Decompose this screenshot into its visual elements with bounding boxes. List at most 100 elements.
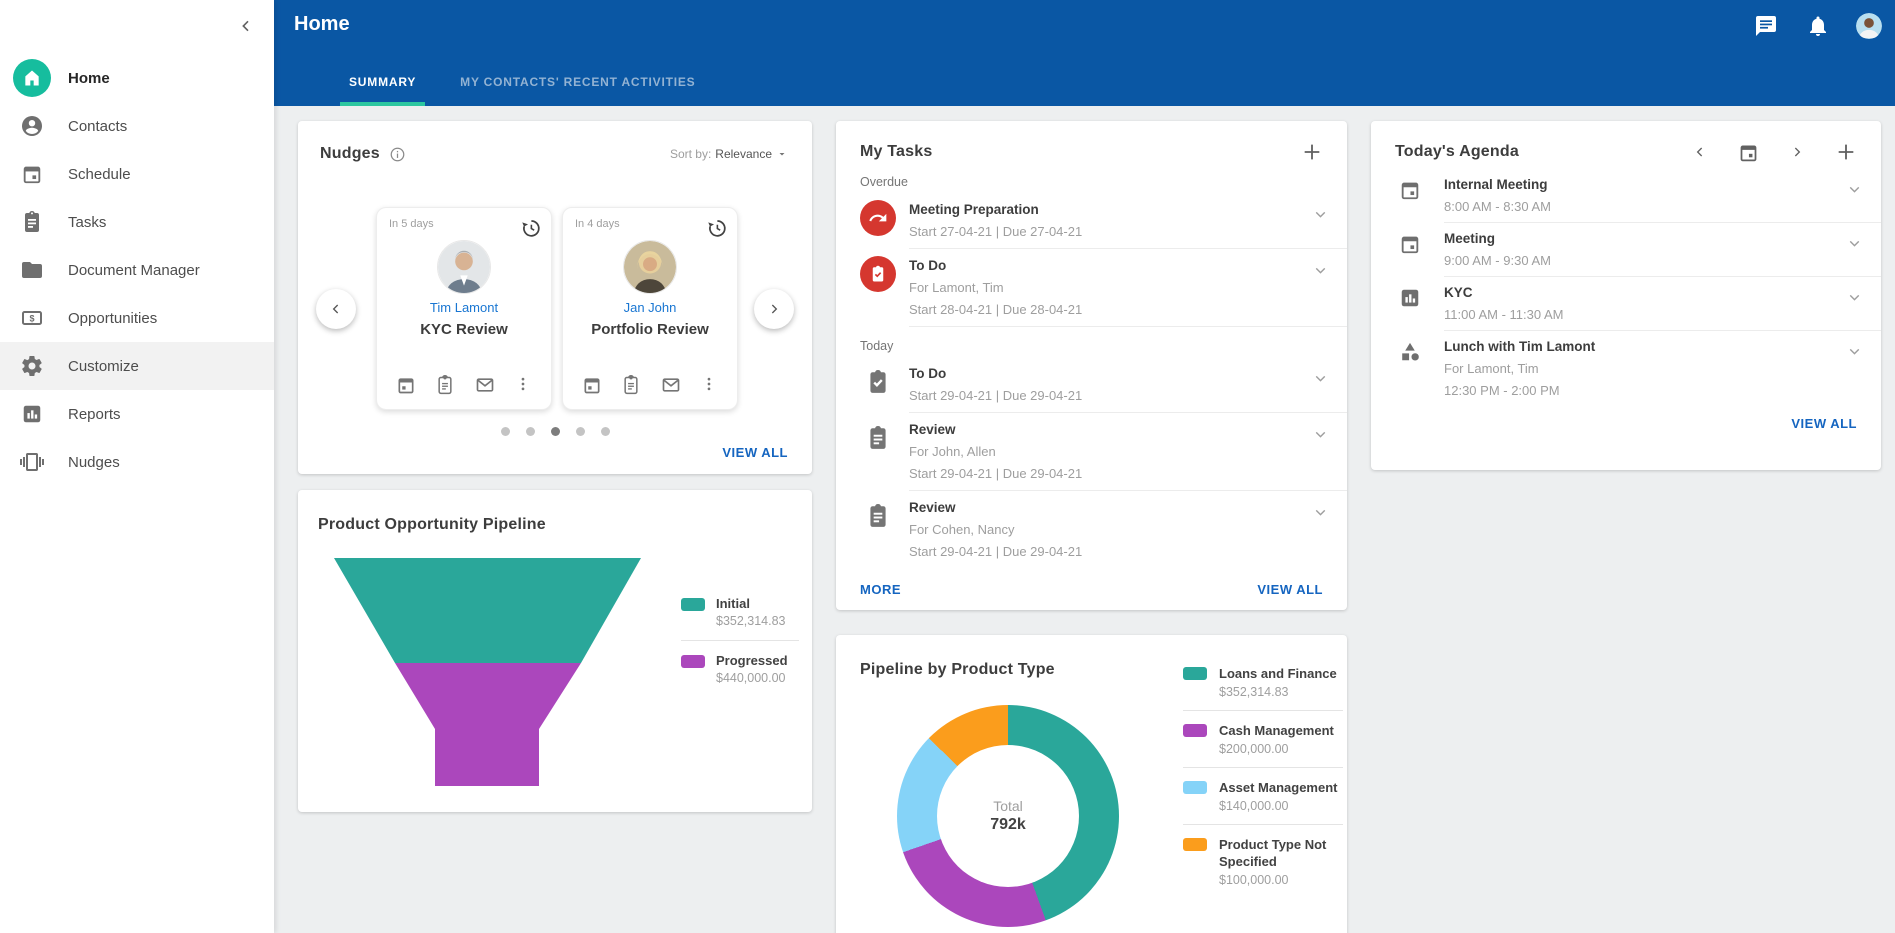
agenda-row[interactable]: KYC 11:00 AM - 11:30 AM (1371, 277, 1881, 330)
chevron-down-icon[interactable] (1846, 343, 1863, 360)
legend-value: $352,314.83 (716, 614, 786, 628)
pagination-dot[interactable] (501, 427, 510, 436)
pipeline-by-product-type-card: Pipeline by Product Type Total 792k Loan… (836, 635, 1347, 933)
donut-center: Total 792k (937, 745, 1079, 887)
task-row[interactable]: Review For John, Allen Start 29-04-21 | … (836, 413, 1347, 490)
caret-down-icon (776, 148, 788, 160)
legend-item: Progressed $440,000.00 (681, 653, 799, 685)
carousel-prev-button[interactable] (316, 289, 356, 329)
tasks-more-link[interactable]: MORE (860, 582, 901, 597)
tab-my-contacts-recent-activities[interactable]: MY CONTACTS' RECENT ACTIVITIES (451, 62, 704, 106)
contact-name-link[interactable]: Jan John (575, 300, 725, 315)
notifications-icon[interactable] (1804, 12, 1832, 40)
legend-label: Initial (716, 596, 786, 611)
info-icon[interactable] (390, 147, 405, 162)
sidebar-item-tasks[interactable]: Tasks (0, 198, 274, 246)
dollar-icon: $ (13, 299, 51, 337)
sidebar-item-contacts[interactable]: Contacts (0, 102, 274, 150)
event-title: KYC (1444, 283, 1846, 302)
chevron-down-icon[interactable] (1312, 262, 1329, 279)
task-title: To Do (909, 364, 1312, 383)
create-task-icon[interactable] (621, 375, 641, 395)
sort-by-dropdown[interactable]: Sort by: Relevance (670, 147, 788, 161)
chevron-down-icon[interactable] (1846, 235, 1863, 252)
pagination-dot[interactable] (601, 427, 610, 436)
task-row[interactable]: To Do For Lamont, Tim Start 28-04-21 | D… (836, 249, 1347, 326)
sidebar-item-nudges[interactable]: Nudges (0, 438, 274, 486)
sidebar: Home Contacts Schedule Tasks Document Ma… (0, 0, 274, 933)
legend-item: Cash Management $200,000.00 (1183, 722, 1343, 756)
more-options-icon[interactable] (700, 375, 718, 395)
review-icon (860, 420, 896, 456)
task-for: For John, Allen (909, 442, 1312, 461)
agenda-next-day-button[interactable] (1789, 144, 1805, 160)
email-icon[interactable] (661, 375, 681, 395)
history-icon[interactable] (706, 217, 727, 238)
nudge-card[interactable]: In 4 days Jan John Portfolio Review (562, 207, 738, 410)
more-options-icon[interactable] (514, 375, 532, 395)
task-row[interactable]: To Do Start 29-04-21 | Due 29-04-21 (836, 357, 1347, 412)
donut-center-value: 792k (990, 816, 1026, 834)
legend-swatch (1183, 781, 1207, 794)
legend-label: Cash Management (1219, 722, 1334, 739)
task-for: For Cohen, Nancy (909, 520, 1312, 539)
sidebar-collapse-button[interactable] (234, 14, 258, 38)
funnel-chart-title: Product Opportunity Pipeline (318, 516, 546, 534)
tasks-view-all-link[interactable]: VIEW ALL (1257, 582, 1323, 597)
chevron-down-icon[interactable] (1312, 206, 1329, 223)
create-task-icon[interactable] (435, 375, 455, 395)
tab-summary[interactable]: SUMMARY (340, 62, 425, 106)
agenda-view-all-link[interactable]: VIEW ALL (1791, 416, 1857, 431)
dashboard: Nudges Sort by: Relevance In 5 days Tim … (274, 106, 1895, 933)
tab-bar: SUMMARY MY CONTACTS' RECENT ACTIVITIES (340, 62, 704, 106)
history-icon[interactable] (520, 217, 541, 238)
contact-name-link[interactable]: Tim Lamont (389, 300, 539, 315)
nudge-carousel: In 5 days Tim Lamont KYC Review In 4 day… (376, 207, 738, 410)
sidebar-item-label: Contacts (68, 118, 127, 135)
user-avatar[interactable] (1856, 13, 1882, 39)
sidebar-item-home[interactable]: Home (0, 54, 274, 102)
event-title: Lunch with Tim Lamont (1444, 337, 1846, 356)
schedule-meeting-icon[interactable] (396, 375, 416, 395)
chevron-down-icon[interactable] (1312, 370, 1329, 387)
task-row[interactable]: Meeting Preparation Start 27-04-21 | Due… (836, 193, 1347, 248)
nudge-card[interactable]: In 5 days Tim Lamont KYC Review (376, 207, 552, 410)
legend-swatch (1183, 667, 1207, 680)
pagination-dot-active[interactable] (551, 427, 560, 436)
agenda-row[interactable]: Internal Meeting 8:00 AM - 8:30 AM (1371, 169, 1881, 222)
agenda-row[interactable]: Meeting 9:00 AM - 9:30 AM (1371, 223, 1881, 276)
sidebar-item-customize[interactable]: Customize (0, 342, 274, 390)
agenda-row[interactable]: Lunch with Tim Lamont For Lamont, Tim 12… (1371, 331, 1881, 406)
add-task-button[interactable] (1301, 141, 1323, 163)
chevron-down-icon[interactable] (1312, 504, 1329, 521)
agenda-prev-day-button[interactable] (1692, 144, 1708, 160)
email-icon[interactable] (475, 375, 495, 395)
sidebar-item-reports[interactable]: Reports (0, 390, 274, 438)
legend-swatch (1183, 838, 1207, 851)
nudges-view-all-link[interactable]: VIEW ALL (722, 445, 788, 460)
chevron-down-icon[interactable] (1312, 426, 1329, 443)
chevron-down-icon[interactable] (1846, 181, 1863, 198)
task-title: To Do (909, 256, 1312, 275)
legend-label: Progressed (716, 653, 788, 668)
pagination-dot[interactable] (526, 427, 535, 436)
sidebar-item-opportunities[interactable]: $ Opportunities (0, 294, 274, 342)
task-row[interactable]: Review For Cohen, Nancy Start 29-04-21 |… (836, 491, 1347, 568)
donut-legend: Loans and Finance $352,314.83 Cash Manag… (1183, 665, 1343, 887)
add-event-button[interactable] (1835, 141, 1857, 163)
messages-icon[interactable] (1752, 12, 1780, 40)
sidebar-item-schedule[interactable]: Schedule (0, 150, 274, 198)
bar-chart-icon (13, 395, 51, 433)
sidebar-item-document-manager[interactable]: Document Manager (0, 246, 274, 294)
agenda-calendar-icon[interactable] (1738, 142, 1759, 163)
calendar-event-icon (1395, 179, 1425, 201)
legend-label: Asset Management (1219, 779, 1337, 796)
contact-avatar (623, 240, 677, 294)
schedule-meeting-icon[interactable] (582, 375, 602, 395)
chevron-down-icon[interactable] (1846, 289, 1863, 306)
page-title: Home (294, 13, 350, 36)
sidebar-item-label: Opportunities (68, 310, 157, 327)
pagination-dot[interactable] (576, 427, 585, 436)
carousel-next-button[interactable] (754, 289, 794, 329)
sidebar-item-label: Home (68, 70, 110, 87)
